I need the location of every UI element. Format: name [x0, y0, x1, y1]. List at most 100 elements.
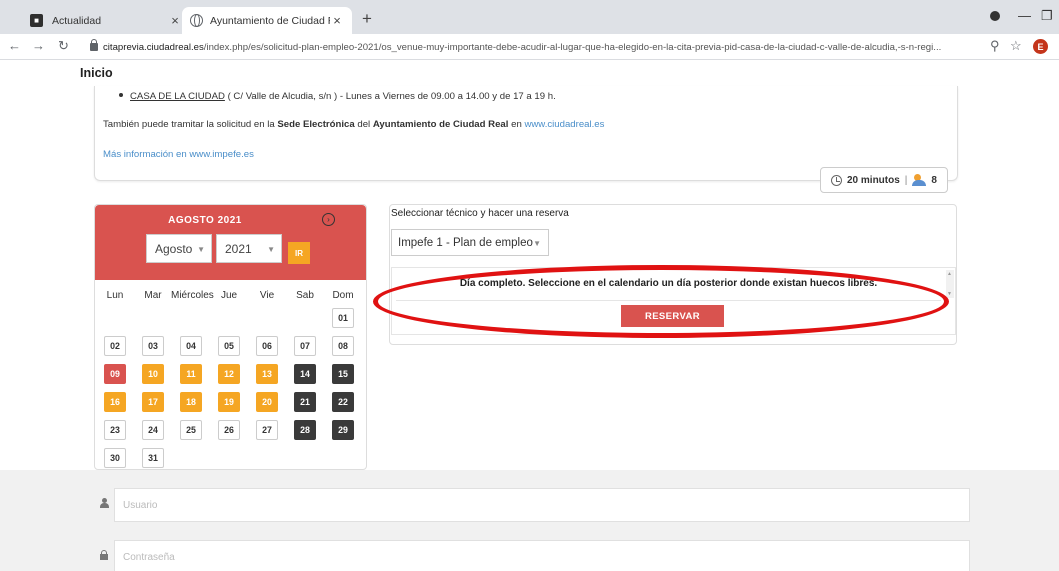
technician-value: Impefe 1 - Plan de empleo [398, 236, 533, 249]
password-input[interactable]: Contraseña [114, 540, 970, 571]
go-button[interactable]: IR [288, 242, 310, 264]
calendar-day[interactable]: 28 [294, 420, 316, 440]
user-count: 8 [931, 174, 937, 186]
calendar-day[interactable]: 25 [180, 420, 202, 440]
tab-ayuntamiento[interactable]: Ayuntamiento de Ciudad Real × [182, 7, 352, 34]
full-day-message: Día completo. Seleccione en el calendari… [459, 278, 878, 289]
info-text: También puede tramitar la solicitud en l… [103, 119, 278, 130]
chevron-right-icon[interactable]: › [322, 213, 335, 226]
users-icon [912, 174, 927, 186]
bullet-text: ( C/ Valle de Alcudia, s/n ) - Lunes a V… [224, 91, 556, 102]
sede-electronica-text: Sede Electrónica [277, 119, 355, 130]
scroll-down-icon[interactable]: ▼ [947, 291, 952, 297]
chevron-down-icon: ▼ [533, 239, 541, 248]
weekday-header: Lun [106, 290, 124, 301]
tab-close-icon[interactable]: × [168, 13, 182, 28]
calendar-title: AGOSTO 2021 [168, 215, 242, 226]
reservation-heading: Seleccionar técnico y hacer una reserva [391, 208, 569, 219]
year-select[interactable]: 2021 ▼ [216, 234, 282, 263]
padlock-icon-wrap [94, 540, 114, 571]
zoom-icon[interactable]: ⚲ [990, 38, 1000, 54]
reload-icon[interactable]: ↻ [58, 38, 69, 54]
weekday-header: Miércoles [171, 290, 214, 301]
calendar-day[interactable]: 06 [256, 336, 278, 356]
tab-label: Actualidad [52, 14, 102, 27]
calendar-day[interactable]: 21 [294, 392, 316, 412]
impefe-link[interactable]: Más información en www.impefe.es [103, 149, 254, 160]
calendar-day[interactable]: 07 [294, 336, 316, 356]
ciudadreal-link[interactable]: www.ciudadreal.es [524, 119, 604, 130]
password-placeholder: Contraseña [123, 551, 175, 563]
profile-avatar[interactable]: E [1033, 39, 1048, 54]
duration-badge: 20 minutos | 8 [820, 167, 948, 193]
user-icon-wrap [94, 488, 114, 522]
ayuntamiento-text: Ayuntamiento de Ciudad Real [372, 119, 509, 130]
calendar-day[interactable]: 03 [142, 336, 164, 356]
calendar-day[interactable]: 02 [104, 336, 126, 356]
globe-icon [190, 14, 203, 27]
minimize-icon[interactable]: — [1018, 8, 1031, 23]
back-icon[interactable]: ← [8, 38, 21, 53]
calendar-header: AGOSTO 2021 › Agosto ▼ 2021 ▼ IR [95, 205, 366, 280]
month-value: Agosto [155, 241, 193, 256]
calendar-day[interactable]: 12 [218, 364, 240, 384]
tab-close-icon[interactable]: × [330, 13, 344, 28]
media-indicator-icon[interactable] [990, 11, 1000, 21]
info-text: del [354, 119, 373, 130]
calendar-day[interactable]: 08 [332, 336, 354, 356]
tab-actualidad[interactable]: ■ Actualidad × [22, 7, 190, 34]
calendar: AGOSTO 2021 › Agosto ▼ 2021 ▼ IR Lun Mar M… [94, 204, 367, 470]
calendar-day[interactable]: 31 [142, 448, 164, 468]
calendar-day[interactable]: 05 [218, 336, 240, 356]
divider [396, 300, 941, 301]
calendar-day[interactable]: 09 [104, 364, 126, 384]
calendar-day[interactable]: 22 [332, 392, 354, 412]
calendar-day[interactable]: 11 [180, 364, 202, 384]
technician-select[interactable]: Impefe 1 - Plan de empleo ▼ [391, 229, 549, 256]
calendar-day[interactable]: 16 [104, 392, 126, 412]
actualidad-favicon-icon: ■ [30, 14, 43, 27]
calendar-day[interactable]: 13 [256, 364, 278, 384]
info-text: en [508, 119, 525, 130]
star-icon[interactable]: ☆ [1010, 38, 1022, 54]
casa-ciudad-link[interactable]: CASA DE LA CIUDAD [130, 91, 225, 102]
username-input[interactable]: Usuario [114, 488, 970, 522]
info-sede-line: También puede tramitar la solicitud en l… [103, 119, 604, 130]
new-tab-button[interactable]: + [362, 9, 372, 29]
calendar-day[interactable]: 23 [104, 420, 126, 440]
impefe-info-line: Más información en www.impefe.es [103, 149, 254, 160]
calendar-day[interactable]: 27 [256, 420, 278, 440]
browser-tab-bar: ■ Actualidad × Ayuntamiento de Ciudad Re… [0, 0, 1059, 34]
calendar-day[interactable]: 30 [104, 448, 126, 468]
weekday-header: Mar [144, 290, 162, 301]
weekday-header: Jue [220, 290, 238, 301]
calendar-day[interactable]: 04 [180, 336, 202, 356]
calendar-day[interactable]: 10 [142, 364, 164, 384]
url-host: citaprevia.ciudadreal.es [103, 41, 204, 53]
lock-icon [90, 39, 98, 51]
calendar-day[interactable]: 19 [218, 392, 240, 412]
calendar-day[interactable]: 20 [256, 392, 278, 412]
badge-separator: | [904, 174, 908, 186]
calendar-day[interactable]: 24 [142, 420, 164, 440]
address-bar: ← → ↻ citaprevia.ciudadreal.es /index.ph… [0, 34, 1059, 60]
calendar-day[interactable]: 26 [218, 420, 240, 440]
calendar-day[interactable]: 15 [332, 364, 354, 384]
url-field[interactable]: citaprevia.ciudadreal.es /index.php/es/s… [90, 37, 986, 57]
bullet-dot [119, 93, 123, 97]
restore-icon[interactable]: ❐ [1041, 8, 1053, 24]
scroll-up-icon[interactable]: ▲ [947, 271, 952, 277]
calendar-day[interactable]: 01 [332, 308, 354, 328]
calendar-day[interactable]: 17 [142, 392, 164, 412]
url-path: /index.php/es/solicitud-plan-empleo-2021… [203, 41, 942, 53]
month-select[interactable]: Agosto ▼ [146, 234, 212, 263]
calendar-day[interactable]: 18 [180, 392, 202, 412]
info-bullet-line: CASA DE LA CIUDAD ( C/ Valle de Alcudia,… [103, 91, 556, 102]
padlock-icon [100, 550, 108, 560]
forward-icon[interactable]: → [32, 38, 45, 53]
reservar-button[interactable]: RESERVAR [621, 305, 724, 327]
calendar-day[interactable]: 29 [332, 420, 354, 440]
weekday-header: Vie [259, 290, 275, 301]
chevron-down-icon: ▼ [197, 245, 205, 254]
calendar-day[interactable]: 14 [294, 364, 316, 384]
